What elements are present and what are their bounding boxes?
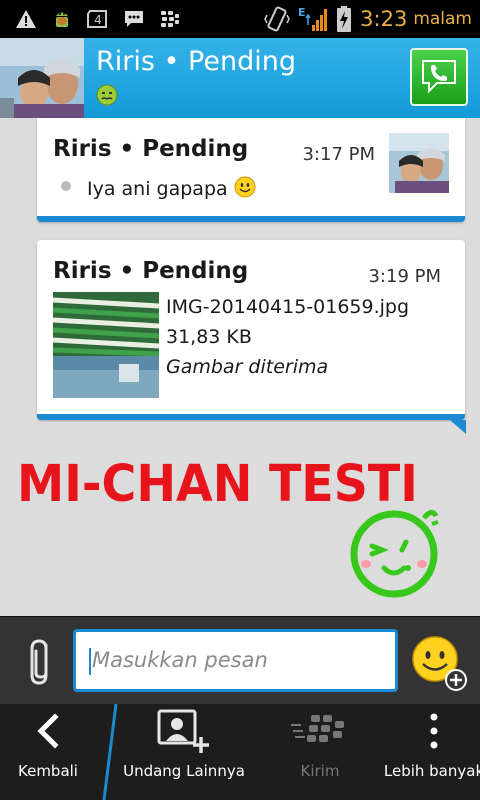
status-bar: 4 E 3:23 malam <box>0 0 480 38</box>
smile-add-icon <box>411 636 469 697</box>
message-text: Iya ani gapapa <box>87 178 228 200</box>
message-bubble[interactable]: Riris • Pending 3:19 PM IMG-20140415-016… <box>37 240 466 434</box>
back-button[interactable]: Kembali <box>0 704 96 800</box>
svg-text:4: 4 <box>94 13 102 27</box>
warning-icon <box>14 9 38 29</box>
bubble-tail <box>450 420 466 434</box>
message-text-row: Iya ani gapapa <box>87 176 256 203</box>
emoticon-picker-button[interactable] <box>411 635 469 693</box>
attachment-file-size: 31,83 KB <box>166 326 252 348</box>
text-cursor <box>89 648 91 675</box>
action-bar-divider <box>100 703 120 800</box>
message-sender: Riris • Pending <box>53 258 249 284</box>
message-time: 3:19 PM <box>368 266 441 287</box>
contact-name-title: Riris • Pending <box>96 46 296 77</box>
clock-time: 3:23 <box>360 7 408 31</box>
attachment-file-name: IMG-20140415-01659.jpg <box>166 296 410 318</box>
svg-text:E: E <box>298 6 306 19</box>
message-input-placeholder: Masukkan pesan <box>92 648 268 672</box>
message-time: 3:17 PM <box>302 144 375 165</box>
sick-emoticon-icon <box>96 84 118 110</box>
overflow-menu-icon <box>429 711 439 755</box>
send-bbm-icon <box>291 711 349 755</box>
battery-charging-icon <box>336 5 352 33</box>
message-bubble[interactable]: Riris • Pending 3:17 PM Iya ani gapapa <box>37 118 465 222</box>
attachment-status: Gambar diterima <box>166 356 329 378</box>
notification-icons: 4 <box>0 9 182 29</box>
system-indicators: E 3:23 malam <box>264 0 472 38</box>
signal-icon: E <box>298 5 328 33</box>
send-button-label: Kirim <box>300 762 340 780</box>
vibrate-icon <box>264 5 290 33</box>
phone-call-icon <box>419 55 459 99</box>
winking-face-logo <box>350 506 442 598</box>
back-button-label: Kembali <box>18 762 78 780</box>
invite-others-button[interactable]: Undang Lainnya <box>122 704 246 800</box>
invite-others-label: Undang Lainnya <box>123 762 245 780</box>
smile-emoticon-icon <box>234 176 256 203</box>
contact-avatar[interactable] <box>0 38 84 118</box>
bbm-icon <box>158 9 182 29</box>
sim-icon: 4 <box>86 9 110 29</box>
back-chevron-icon <box>33 711 63 755</box>
android-icon <box>50 9 74 29</box>
clock-ampm: malam <box>413 9 472 29</box>
message-status-dot <box>61 181 71 191</box>
call-button[interactable] <box>410 48 468 106</box>
more-options-label: Lebih banyak <box>383 762 480 780</box>
send-button[interactable]: Kirim <box>282 704 358 800</box>
compose-bar: Masukkan pesan <box>0 616 480 704</box>
invite-contact-icon <box>157 709 211 757</box>
chat-header: Riris • Pending <box>0 38 480 118</box>
more-options-button[interactable]: Lebih banyak <box>384 704 480 800</box>
bbm-chat-icon <box>122 9 146 29</box>
message-input[interactable]: Masukkan pesan <box>73 629 398 692</box>
paperclip-icon[interactable] <box>26 635 56 689</box>
action-bar: Kembali Undang Lainnya Kirim Lebih banya… <box>0 703 480 800</box>
image-attachment-thumbnail[interactable] <box>53 292 159 398</box>
sender-thumbnail <box>389 133 449 193</box>
message-sender: Riris • Pending <box>53 136 249 162</box>
